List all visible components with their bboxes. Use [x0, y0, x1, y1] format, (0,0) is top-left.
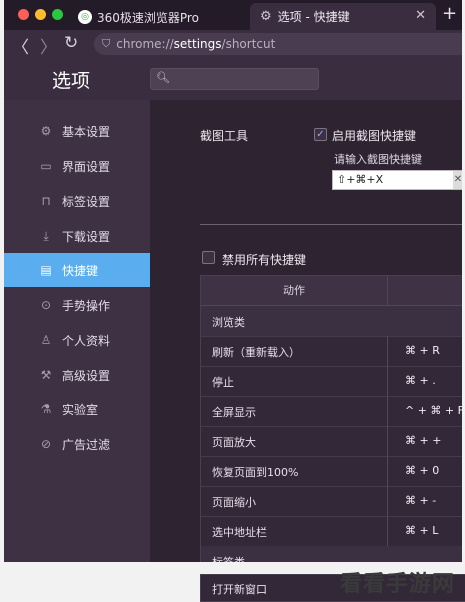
sidebar-item-profile[interactable]: ♙ 个人资料 [4, 323, 150, 357]
settings-header: 选项 🔍︎ [4, 58, 462, 100]
table-group-row: 标签类 [201, 546, 462, 562]
url-input[interactable]: ⛉ chrome://settings/shortcut [94, 33, 462, 55]
address-bar: 〈 〉 ↻ ⛉ chrome://settings/shortcut [4, 30, 462, 59]
row-name: 打开新窗口 [212, 583, 267, 596]
enable-screenshot-label: 启用截图快捷键 [332, 129, 417, 143]
sidebar-item-advanced[interactable]: ⚒ 高级设置 [4, 358, 150, 392]
minimize-window-icon[interactable] [35, 9, 46, 20]
sidebar-item-tabs[interactable]: ⊓ 标签设置 [4, 184, 150, 218]
search-icon: 🔍︎ [156, 71, 170, 84]
tab-options-shortcut[interactable]: ⚙ 选项 - 快捷键 ✕ [250, 3, 436, 30]
download-icon: ⤓ [43, 228, 49, 243]
gear-icon: ⚙ [40, 124, 52, 138]
back-icon[interactable]: 〈 [12, 33, 29, 58]
sidebar-item-lab[interactable]: ⚗ 实验室 [4, 392, 150, 426]
tab-label: 选项 - 快捷键 [277, 10, 350, 24]
gear-icon: ⚙ [260, 9, 272, 24]
shield-icon: ⛉ [102, 37, 111, 50]
new-tab-icon[interactable]: + [442, 3, 457, 24]
close-window-icon[interactable] [18, 9, 29, 20]
enable-screenshot-checkbox[interactable]: ✓ [314, 128, 327, 141]
forward-icon[interactable]: 〉 [40, 33, 57, 58]
screenshot-tool-label: 截图工具 [200, 129, 249, 143]
wrench-icon: ⚒ [40, 368, 52, 382]
table-row[interactable]: 停止 ⌘ + . [201, 366, 462, 397]
divider [200, 224, 462, 225]
reload-icon[interactable]: ↻ [64, 33, 78, 53]
table-row[interactable]: 页面放大 ⌘ + + [201, 426, 462, 457]
screenshot-hint: 请输入截图快捷键 [334, 153, 422, 166]
tab-360-browser[interactable]: ◎ 360极速浏览器Pro [74, 4, 246, 30]
flask-icon: ⚗ [40, 402, 52, 416]
sidebar-item-adblock[interactable]: ⊘ 广告过滤 [4, 427, 150, 461]
header-action: 动作 [201, 276, 388, 305]
table-row[interactable]: 页面缩小 ⌘ + - [201, 486, 462, 517]
tab-strip: ◎ 360极速浏览器Pro ⚙ 选项 - 快捷键 ✕ + [4, 0, 462, 30]
sidebar-item-gesture[interactable]: ⊙ 手势操作 [4, 288, 150, 322]
disable-all-label: 禁用所有快捷键 [222, 253, 307, 267]
settings-sidebar: ⚙ 基本设置 ▭ 界面设置 ⊓ 标签设置 ⤓ 下载设置 ▤ 快捷键 ⊙ 手势操作 ♙ 个人资料… [4, 100, 150, 562]
watermark-text: 看看手游网 [340, 572, 456, 597]
browser-window: ◎ 360极速浏览器Pro ⚙ 选项 - 快捷键 ✕ + 〈 〉 ↻ ⛉ chr… [4, 0, 462, 562]
table-row[interactable]: 选中地址栏 ⌘ + L [201, 516, 462, 547]
table-row[interactable]: 恢复页面到100% ⌘ + 0 [201, 456, 462, 487]
table-group-row: 浏览类 [201, 306, 462, 337]
tab-icon: ⊓ [41, 194, 51, 208]
url-text: chrome://settings/shortcut [116, 37, 276, 51]
shortcut-value: ⇧+⌘+X [337, 173, 384, 186]
zoom-window-icon[interactable] [52, 9, 63, 20]
360-logo-icon: ◎ [78, 10, 92, 24]
settings-search-input[interactable]: 🔍︎ [150, 68, 319, 90]
window-icon: ▭ [40, 159, 52, 173]
screenshot-shortcut-input[interactable]: ⇧+⌘+X ✕ [332, 170, 462, 190]
table-row[interactable]: 刷新（重新载入） ⌘ + R [201, 336, 462, 367]
table-row[interactable]: 全屏显示 ^ + ⌘ + F [201, 396, 462, 427]
person-icon: ♙ [40, 333, 52, 347]
page-title: 选项 [52, 70, 91, 92]
block-icon: ⊘ [40, 437, 52, 451]
close-tab-icon[interactable]: ✕ [415, 8, 426, 23]
sidebar-item-shortcut[interactable]: ▤ 快捷键 [4, 253, 150, 287]
table-header: 动作 [201, 276, 462, 306]
sidebar-item-download[interactable]: ⤓ 下载设置 [4, 219, 150, 253]
mouse-icon: ⊙ [40, 298, 52, 312]
disable-all-checkbox[interactable] [202, 251, 215, 264]
keyboard-icon: ▤ [40, 263, 52, 277]
shortcut-table: 动作 浏览类 刷新（重新载入） ⌘ + R 停止 ⌘ + . 全屏显示 ^ + ⌘ +… [200, 275, 462, 562]
sidebar-item-interface[interactable]: ▭ 界面设置 [4, 149, 150, 183]
settings-main: 截图工具 ✓ 启用截图快捷键 请输入截图快捷键 ⇧+⌘+X ✕ 禁用所有快捷键 … [150, 100, 462, 562]
sidebar-item-basic[interactable]: ⚙ 基本设置 [4, 114, 150, 148]
tab-label: 360极速浏览器Pro [97, 10, 199, 25]
clear-icon[interactable]: ✕ [453, 171, 462, 189]
